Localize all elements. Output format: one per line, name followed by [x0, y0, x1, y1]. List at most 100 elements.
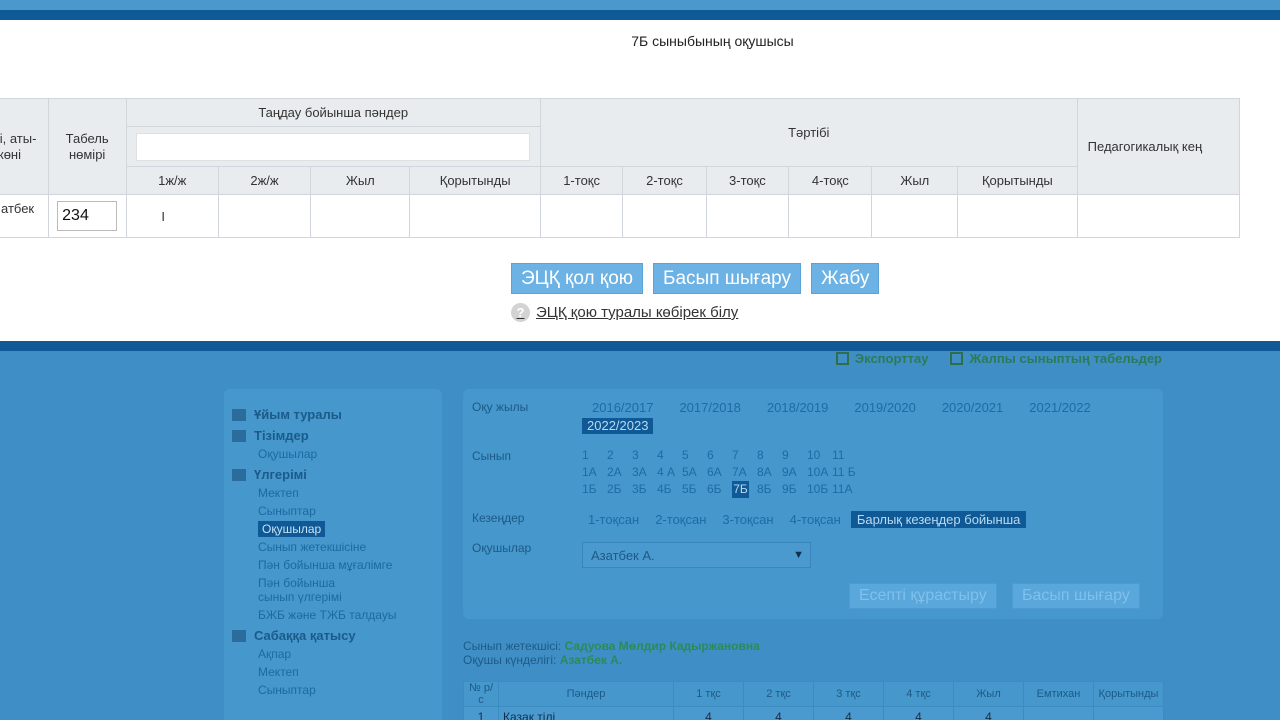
- grade-cell[interactable]: [871, 194, 959, 238]
- sidebar-item-subject-teacher[interactable]: Пән бойынша мұғалімге: [232, 558, 434, 572]
- class-option[interactable]: 11 Б: [832, 464, 857, 481]
- bg-print-button[interactable]: Басып шығару: [1012, 583, 1140, 609]
- period-option[interactable]: 1-тоқсан: [582, 511, 645, 528]
- grade-cell[interactable]: I: [125, 194, 219, 238]
- results-header: 4 тқс: [883, 681, 954, 707]
- sidebar-item-classes-2[interactable]: Сыныптар: [232, 683, 434, 697]
- export-link[interactable]: Экспорттау: [835, 351, 928, 366]
- build-report-button[interactable]: Есепті құрастыру: [849, 583, 997, 609]
- class-option[interactable]: 6Б: [707, 481, 732, 498]
- sidebar-group-lists[interactable]: Тізімдер: [232, 428, 434, 443]
- year-option[interactable]: 2020/2021: [937, 400, 1008, 416]
- results-header: 3 тқс: [813, 681, 884, 707]
- class-option[interactable]: 9Б: [782, 481, 807, 498]
- sidebar-group-about[interactable]: Ұйым туралы: [232, 407, 434, 422]
- sidebar-item-class-subject[interactable]: Пән бойынша сынып үлгерімі: [232, 576, 342, 604]
- year-option[interactable]: 2016/2017: [587, 400, 658, 416]
- grade-cell[interactable]: [788, 194, 873, 238]
- sidebar-item-school[interactable]: Мектеп: [232, 486, 434, 500]
- class-option[interactable]: 1: [582, 447, 607, 464]
- year-option[interactable]: 2021/2022: [1024, 400, 1095, 416]
- student-select[interactable]: Азатбек А. ▼: [582, 542, 811, 568]
- class-option[interactable]: 11: [832, 447, 857, 464]
- grade-cell[interactable]: [409, 194, 541, 238]
- class-option[interactable]: 1А: [582, 464, 607, 481]
- class-option[interactable]: 5Б: [682, 481, 707, 498]
- class-option[interactable]: 5: [682, 447, 707, 464]
- class-reports-link[interactable]: Жалпы сыныптың табельдер: [950, 351, 1162, 366]
- results-cell: [1023, 706, 1094, 720]
- grade-cell[interactable]: [217, 194, 312, 238]
- sidebar-item-classes[interactable]: Сыныптар: [232, 504, 434, 518]
- class-option[interactable]: 8А: [757, 464, 782, 481]
- period-option-selected[interactable]: Барлық кезеңдер бойынша: [850, 511, 1027, 528]
- results-table: № р/с Пәндер 1 тқс 2 тқс 3 тқс 4 тқс Жыл…: [463, 681, 1164, 720]
- year-option-selected[interactable]: 2022/2023: [582, 418, 654, 434]
- elective-sub-4: Қорытынды: [409, 166, 541, 195]
- class-option[interactable]: 6: [707, 447, 732, 464]
- class-option[interactable]: 6А: [707, 464, 732, 481]
- grade-cell[interactable]: [957, 194, 1078, 238]
- sidebar-item-students-active[interactable]: Оқушылар: [232, 521, 434, 537]
- conduct-sub-1: 1-тоқс: [539, 166, 624, 195]
- class-option[interactable]: 11А: [832, 481, 857, 498]
- modal-title: 7Б сыныбының оқушысы: [631, 33, 794, 49]
- period-option[interactable]: 2-тоқсан: [649, 511, 712, 528]
- sidebar-item-students[interactable]: Оқушылар: [232, 447, 434, 461]
- results-header: Пәндер: [498, 681, 674, 707]
- year-label: Оқу жылы: [472, 400, 529, 414]
- grade-cell[interactable]: [1076, 194, 1241, 238]
- elective-filter-input[interactable]: [136, 132, 531, 161]
- class-option[interactable]: 4 А: [657, 464, 682, 481]
- period-option[interactable]: 4-тоқсан: [784, 511, 847, 528]
- class-option[interactable]: 4: [657, 447, 682, 464]
- class-option[interactable]: 8: [757, 447, 782, 464]
- class-option[interactable]: 10: [807, 447, 832, 464]
- class-option[interactable]: 3: [632, 447, 657, 464]
- year-option[interactable]: 2017/2018: [674, 400, 745, 416]
- sidebar-item-analysis[interactable]: БЖБ және ТЖБ талдауы: [232, 608, 434, 622]
- sidebar-item-info[interactable]: Ақпар: [232, 647, 434, 661]
- class-option[interactable]: 4Б: [657, 481, 682, 498]
- grade-cell[interactable]: [705, 194, 790, 238]
- grade-cell[interactable]: [622, 194, 707, 238]
- grade-cell[interactable]: [310, 194, 411, 238]
- class-option[interactable]: 1Б: [582, 481, 607, 498]
- class-option[interactable]: 2Б: [607, 481, 632, 498]
- users-icon: [232, 429, 246, 442]
- class-option[interactable]: 5А: [682, 464, 707, 481]
- sidebar-item-class-teacher[interactable]: Сынып жетекшісіне: [232, 540, 434, 554]
- grade-cell[interactable]: [539, 194, 624, 238]
- class-option[interactable]: 7: [732, 447, 757, 464]
- class-option[interactable]: 8Б: [757, 481, 782, 498]
- tab-number-input[interactable]: [57, 201, 118, 231]
- periods-label: Кезеңдер: [472, 511, 525, 525]
- class-option[interactable]: 7А: [732, 464, 757, 481]
- sign-button[interactable]: ЭЦҚ қол қою: [511, 263, 644, 294]
- class-option[interactable]: 3А: [632, 464, 657, 481]
- row-name-cell: атбек: [0, 194, 49, 238]
- help-link[interactable]: ? ЭЦҚ қою туралы көбірек білу: [511, 303, 738, 322]
- close-button[interactable]: Жабу: [811, 263, 880, 294]
- class-option[interactable]: 2: [607, 447, 632, 464]
- help-link-text: ЭЦҚ қою туралы көбірек білу: [536, 304, 739, 321]
- conduct-sub-3: 3-тоқс: [705, 166, 790, 195]
- class-option[interactable]: 2А: [607, 464, 632, 481]
- sidebar-group-performance[interactable]: Үлгерімі: [232, 467, 434, 482]
- year-option[interactable]: 2018/2019: [762, 400, 833, 416]
- sidebar-group-attendance[interactable]: Сабаққа қатысу: [232, 628, 434, 643]
- class-option[interactable]: 9: [782, 447, 807, 464]
- results-header: 1 тқс: [673, 681, 744, 707]
- year-option[interactable]: 2019/2020: [849, 400, 920, 416]
- class-option[interactable]: 3Б: [632, 481, 657, 498]
- class-option[interactable]: 10Б: [807, 481, 832, 498]
- grades-table: гі, аты-жөні Табель нөмірі Таңдау бойынш…: [0, 98, 1241, 238]
- results-cell: 4: [953, 706, 1024, 720]
- sidebar-item-school-2[interactable]: Мектеп: [232, 665, 434, 679]
- class-option[interactable]: 10А: [807, 464, 832, 481]
- class-option[interactable]: 9А: [782, 464, 807, 481]
- students-label: Оқушылар: [472, 541, 532, 555]
- class-option[interactable]: 7Б: [732, 481, 749, 498]
- period-option[interactable]: 3-тоқсан: [716, 511, 779, 528]
- print-button[interactable]: Басып шығару: [653, 263, 802, 294]
